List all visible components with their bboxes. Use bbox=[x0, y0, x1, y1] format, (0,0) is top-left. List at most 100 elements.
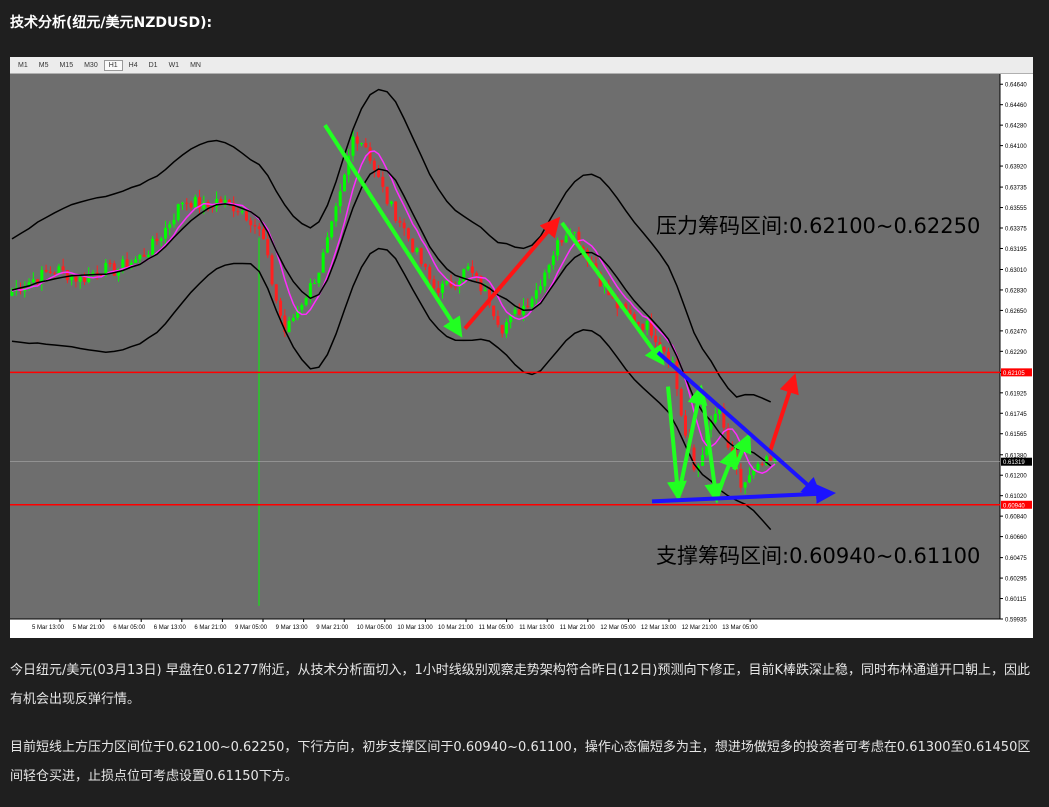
timeframe-mn-button[interactable]: MN bbox=[185, 60, 206, 71]
candle-body bbox=[713, 413, 717, 423]
candle-body bbox=[53, 272, 57, 274]
candle-body bbox=[769, 456, 773, 461]
candle-body bbox=[78, 277, 82, 282]
candle-body bbox=[564, 235, 568, 243]
candle-body bbox=[185, 202, 189, 204]
candle-body bbox=[662, 346, 666, 352]
x-tick-label: 9 Mar 21:00 bbox=[316, 625, 349, 631]
candle-body bbox=[726, 427, 730, 448]
candle-body bbox=[317, 272, 321, 284]
candle-body bbox=[61, 266, 65, 271]
y-tick-label: 0.60840 bbox=[1005, 515, 1027, 521]
candle-body bbox=[57, 266, 61, 274]
candle-body bbox=[654, 335, 658, 343]
candle-body bbox=[176, 204, 180, 220]
timeframe-m5-button[interactable]: M5 bbox=[34, 60, 54, 71]
candle-body bbox=[279, 300, 283, 316]
candle-body bbox=[70, 276, 74, 281]
timeframe-w1-button[interactable]: W1 bbox=[164, 60, 185, 71]
candle-body bbox=[342, 174, 346, 192]
candle-body bbox=[534, 290, 538, 299]
candle-body bbox=[483, 289, 487, 292]
candle-body bbox=[423, 264, 427, 267]
candle-body bbox=[530, 298, 534, 307]
candle-body bbox=[181, 202, 185, 205]
x-tick-label: 9 Mar 13:00 bbox=[276, 625, 309, 631]
x-tick-label: 11 Mar 05:00 bbox=[479, 625, 515, 631]
y-tick-label: 0.63010 bbox=[1005, 268, 1027, 274]
candle-body bbox=[189, 202, 193, 208]
y-tick-label: 0.63555 bbox=[1005, 206, 1027, 212]
timeframe-m30-button[interactable]: M30 bbox=[79, 60, 103, 71]
candle-body bbox=[236, 211, 240, 213]
x-tick-label: 10 Mar 13:00 bbox=[397, 625, 433, 631]
candle-body bbox=[675, 361, 679, 390]
candle-body bbox=[496, 316, 500, 325]
candle-body bbox=[48, 271, 52, 273]
candle-body bbox=[398, 220, 402, 223]
x-tick-label: 12 Mar 05:00 bbox=[600, 625, 636, 631]
timeframe-m15-button[interactable]: M15 bbox=[54, 60, 78, 71]
candle-body bbox=[142, 254, 146, 257]
current-price-tag: 0.61319 bbox=[1003, 460, 1025, 466]
candle-body bbox=[300, 304, 304, 310]
candle-body bbox=[573, 231, 577, 233]
candle-body bbox=[556, 240, 560, 256]
y-tick-label: 0.64460 bbox=[1005, 103, 1027, 109]
timeframe-d1-button[interactable]: D1 bbox=[144, 60, 163, 71]
y-tick-label: 0.64280 bbox=[1005, 124, 1027, 130]
y-tick-label: 0.64100 bbox=[1005, 144, 1027, 150]
x-tick-label: 6 Mar 13:00 bbox=[154, 625, 187, 631]
candle-body bbox=[313, 283, 317, 285]
candle-body bbox=[125, 259, 129, 268]
x-tick-label: 9 Mar 05:00 bbox=[235, 625, 268, 631]
y-tick-label: 0.62290 bbox=[1005, 350, 1027, 356]
candle-body bbox=[641, 323, 645, 330]
y-tick-label: 0.61565 bbox=[1005, 432, 1027, 438]
candle-body bbox=[266, 239, 270, 256]
y-tick-label: 0.59935 bbox=[1005, 618, 1027, 624]
candle-body bbox=[364, 142, 368, 148]
candle-body bbox=[121, 259, 125, 269]
candle-body bbox=[445, 280, 449, 284]
timeframe-m1-button[interactable]: M1 bbox=[13, 60, 33, 71]
candle-body bbox=[155, 238, 159, 242]
candle-body bbox=[432, 279, 436, 289]
candle-body bbox=[470, 266, 474, 273]
analysis-paragraph-2: 目前短线上方压力区间位于0.62100~0.62250，下行方向，初步支撑区间于… bbox=[10, 740, 1031, 784]
candle-body bbox=[500, 324, 504, 334]
timeframe-toolbar: M1 M5 M15 M30 H1 H4 D1 W1 MN bbox=[10, 57, 1033, 74]
candle-body bbox=[411, 238, 415, 253]
candle-body bbox=[547, 264, 551, 273]
candle-body bbox=[679, 389, 683, 416]
candle-body bbox=[330, 221, 334, 238]
candle-body bbox=[406, 228, 410, 239]
candle-body bbox=[360, 142, 364, 144]
y-tick-label: 0.63920 bbox=[1005, 165, 1027, 171]
x-tick-label: 12 Mar 13:00 bbox=[641, 625, 677, 631]
candle-body bbox=[274, 284, 278, 301]
candle-body bbox=[385, 186, 389, 204]
x-tick-label: 6 Mar 21:00 bbox=[194, 625, 227, 631]
candle-body bbox=[308, 283, 312, 299]
candle-body bbox=[419, 248, 423, 265]
candle-body bbox=[82, 277, 86, 282]
candlestick-chart: 0.64640 0.64460 0.64280 0.64100 0.63920 0.637… bbox=[10, 74, 1033, 638]
y-tick-label: 0.61745 bbox=[1005, 412, 1027, 418]
y-tick-label: 0.61925 bbox=[1005, 391, 1027, 397]
y-tick-label: 0.63375 bbox=[1005, 227, 1027, 233]
candle-body bbox=[551, 255, 555, 265]
candle-body bbox=[760, 463, 764, 465]
y-tick-label: 0.60660 bbox=[1005, 535, 1027, 541]
y-tick-label: 0.63195 bbox=[1005, 247, 1027, 253]
candle-body bbox=[249, 220, 253, 226]
candle-body bbox=[504, 322, 508, 334]
price-axis bbox=[1000, 74, 1033, 638]
timeframe-h4-button[interactable]: H4 bbox=[124, 60, 143, 71]
timeframe-h1-button[interactable]: H1 bbox=[103, 59, 123, 71]
x-tick-label: 11 Mar 21:00 bbox=[560, 625, 596, 631]
candle-body bbox=[526, 305, 530, 307]
resistance-price-tag: 0.62105 bbox=[1003, 371, 1025, 377]
y-tick-label: 0.62470 bbox=[1005, 329, 1027, 335]
candle-body bbox=[355, 136, 359, 144]
